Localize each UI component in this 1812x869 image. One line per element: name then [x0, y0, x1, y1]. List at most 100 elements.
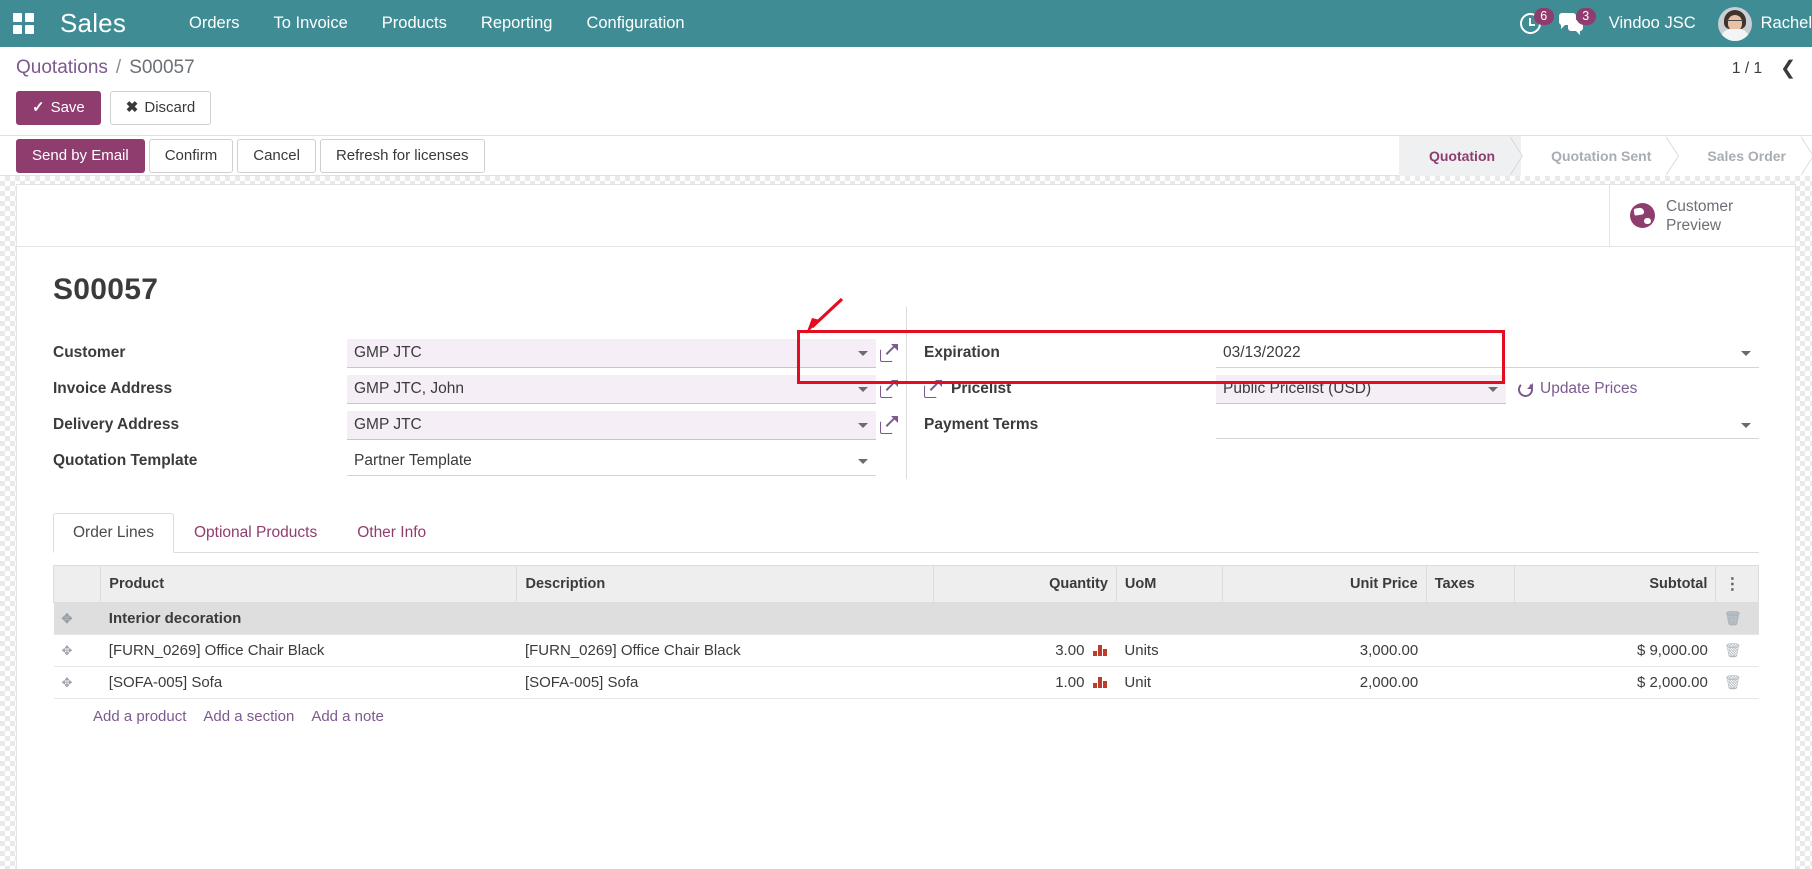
open-pricelist-icon[interactable]: [924, 380, 942, 398]
status-stage-sales-order[interactable]: Sales Order: [1677, 136, 1812, 176]
company-switcher[interactable]: Vindoo JSC: [1609, 14, 1696, 33]
app-brand-sales[interactable]: Sales: [60, 8, 126, 39]
drag-handle-icon[interactable]: ✥: [53, 602, 101, 635]
chart-bars-icon[interactable]: [1093, 677, 1108, 688]
status-stages: Quotation Quotation Sent Sales Order: [1398, 136, 1812, 176]
cell-unit-price[interactable]: 2,000.00: [1222, 666, 1427, 699]
save-button[interactable]: ✓ Save: [16, 91, 101, 125]
cell-quantity[interactable]: 3.00: [933, 634, 1117, 667]
invoice-address-input[interactable]: GMP JTC, John: [347, 374, 876, 404]
th-product[interactable]: Product: [100, 565, 518, 603]
external-link-icons-left: [870, 335, 906, 443]
messages-count-badge: 3: [1575, 8, 1596, 25]
tab-order-lines[interactable]: Order Lines: [53, 513, 174, 553]
cell-quantity[interactable]: [933, 602, 1117, 635]
cell-subtotal[interactable]: $ 9,000.00: [1514, 634, 1716, 667]
open-delivery-address-icon[interactable]: [880, 416, 898, 434]
nav-item-orders[interactable]: Orders: [172, 0, 256, 47]
user-menu[interactable]: Rachel: [1717, 6, 1812, 41]
quotation-template-input[interactable]: Partner Template: [347, 447, 876, 476]
th-subtotal[interactable]: Subtotal: [1514, 565, 1717, 603]
pricelist-input[interactable]: Public Pricelist (USD): [1216, 374, 1506, 404]
breadcrumb-current-record: S00057: [129, 57, 195, 78]
cell-subtotal[interactable]: $ 2,000.00: [1514, 666, 1716, 699]
add-a-product-link[interactable]: Add a product: [93, 708, 186, 725]
open-invoice-address-icon[interactable]: [880, 380, 898, 398]
cell-unit-price[interactable]: [1222, 602, 1427, 635]
drag-handle-icon[interactable]: ✥: [53, 634, 101, 667]
chevron-left-icon[interactable]: ❮: [1780, 59, 1796, 78]
cell-unit-price[interactable]: 3,000.00: [1222, 634, 1427, 667]
cell-taxes[interactable]: [1426, 666, 1515, 699]
value-expiration: 03/13/2022: [1216, 339, 1759, 368]
payment-terms-input[interactable]: [1216, 411, 1759, 439]
trash-icon[interactable]: 🗑: [1715, 634, 1759, 667]
th-unit-price[interactable]: Unit Price: [1222, 565, 1427, 603]
apps-menu-button[interactable]: [0, 13, 46, 34]
table-row[interactable]: ✥ Interior decoration 🗑: [53, 602, 1759, 635]
expiration-input[interactable]: 03/13/2022: [1216, 339, 1759, 368]
customer-input[interactable]: GMP JTC: [347, 338, 876, 368]
cell-taxes[interactable]: [1426, 634, 1515, 667]
activities-button[interactable]: 6: [1519, 8, 1554, 34]
breadcrumb-quotations[interactable]: Quotations: [16, 57, 108, 79]
cell-quantity[interactable]: 1.00: [933, 666, 1117, 699]
table-row[interactable]: ✥ [SOFA-005] Sofa [SOFA-005] Sofa 1.00 U…: [53, 666, 1759, 699]
avatar: [1717, 6, 1752, 41]
cell-description[interactable]: [516, 602, 934, 635]
action-buttons: Send by Email Confirm Cancel Refresh for…: [0, 136, 485, 175]
cell-uom[interactable]: Units: [1116, 634, 1223, 667]
open-customer-icon[interactable]: [880, 344, 898, 362]
field-row-customer: Customer GMP JTC: [53, 335, 876, 371]
label-invoice-address: Invoice Address: [53, 380, 173, 397]
th-description[interactable]: Description: [516, 565, 934, 603]
drag-handle-icon[interactable]: ✥: [53, 666, 101, 699]
cell-product[interactable]: [FURN_0269] Office Chair Black: [100, 634, 517, 667]
trash-icon[interactable]: 🗑: [1715, 602, 1759, 635]
nav-item-to-invoice[interactable]: To Invoice: [256, 0, 364, 47]
refresh-icon: [1518, 381, 1533, 397]
send-by-email-button[interactable]: Send by Email: [16, 138, 145, 173]
cell-description[interactable]: [FURN_0269] Office Chair Black: [516, 634, 934, 667]
add-a-note-link[interactable]: Add a note: [311, 708, 384, 725]
add-a-section-link[interactable]: Add a section: [203, 708, 294, 725]
cell-section-name[interactable]: Interior decoration: [100, 602, 517, 635]
cell-uom[interactable]: Unit: [1116, 666, 1223, 699]
page-title: S00057: [53, 273, 159, 306]
apps-grid-icon: [12, 13, 34, 34]
cell-uom[interactable]: [1116, 602, 1223, 635]
customer-preview-button[interactable]: Customer Preview: [1609, 184, 1795, 247]
nav-item-products[interactable]: Products: [365, 0, 464, 47]
activity-count-badge: 6: [1533, 8, 1554, 25]
user-name-label: Rachel: [1760, 14, 1812, 32]
label-payment-terms: Payment Terms: [924, 416, 1039, 433]
trash-icon[interactable]: 🗑: [1715, 666, 1759, 699]
nav-item-reporting[interactable]: Reporting: [464, 0, 570, 47]
update-prices-button[interactable]: Update Prices: [1518, 380, 1637, 398]
tab-other-info[interactable]: Other Info: [337, 513, 446, 553]
confirm-button[interactable]: Confirm: [148, 138, 234, 173]
delivery-address-input[interactable]: GMP JTC: [347, 410, 876, 440]
th-taxes[interactable]: Taxes: [1425, 565, 1516, 603]
refresh-for-licenses-button[interactable]: Refresh for licenses: [319, 138, 485, 173]
cell-product[interactable]: [SOFA-005] Sofa: [100, 666, 517, 699]
discard-button[interactable]: ✖ Discard: [109, 91, 212, 125]
table-row[interactable]: ✥ [FURN_0269] Office Chair Black [FURN_0…: [53, 634, 1759, 667]
cancel-button[interactable]: Cancel: [237, 138, 316, 173]
tab-optional-products[interactable]: Optional Products: [174, 513, 337, 553]
cell-taxes[interactable]: [1426, 602, 1515, 635]
column-options-icon[interactable]: ⋮: [1715, 565, 1759, 603]
status-stage-quotation[interactable]: Quotation: [1398, 136, 1524, 176]
value-quotation-template: Partner Template: [347, 447, 876, 476]
cell-subtotal[interactable]: [1514, 602, 1716, 635]
messages-button[interactable]: 3: [1558, 8, 1596, 35]
th-uom[interactable]: UoM: [1115, 565, 1224, 603]
cell-description[interactable]: [SOFA-005] Sofa: [516, 666, 934, 699]
status-stage-quotation-sent[interactable]: Quotation Sent: [1521, 136, 1680, 176]
chart-bars-icon[interactable]: [1093, 645, 1108, 656]
notebook-tabs: Order Lines Optional Products Other Info: [53, 513, 1759, 553]
nav-item-configuration[interactable]: Configuration: [569, 0, 701, 47]
th-quantity[interactable]: Quantity: [932, 565, 1117, 603]
value-payment-terms: [1216, 411, 1759, 439]
label-pricelist: Pricelist: [924, 380, 1216, 398]
